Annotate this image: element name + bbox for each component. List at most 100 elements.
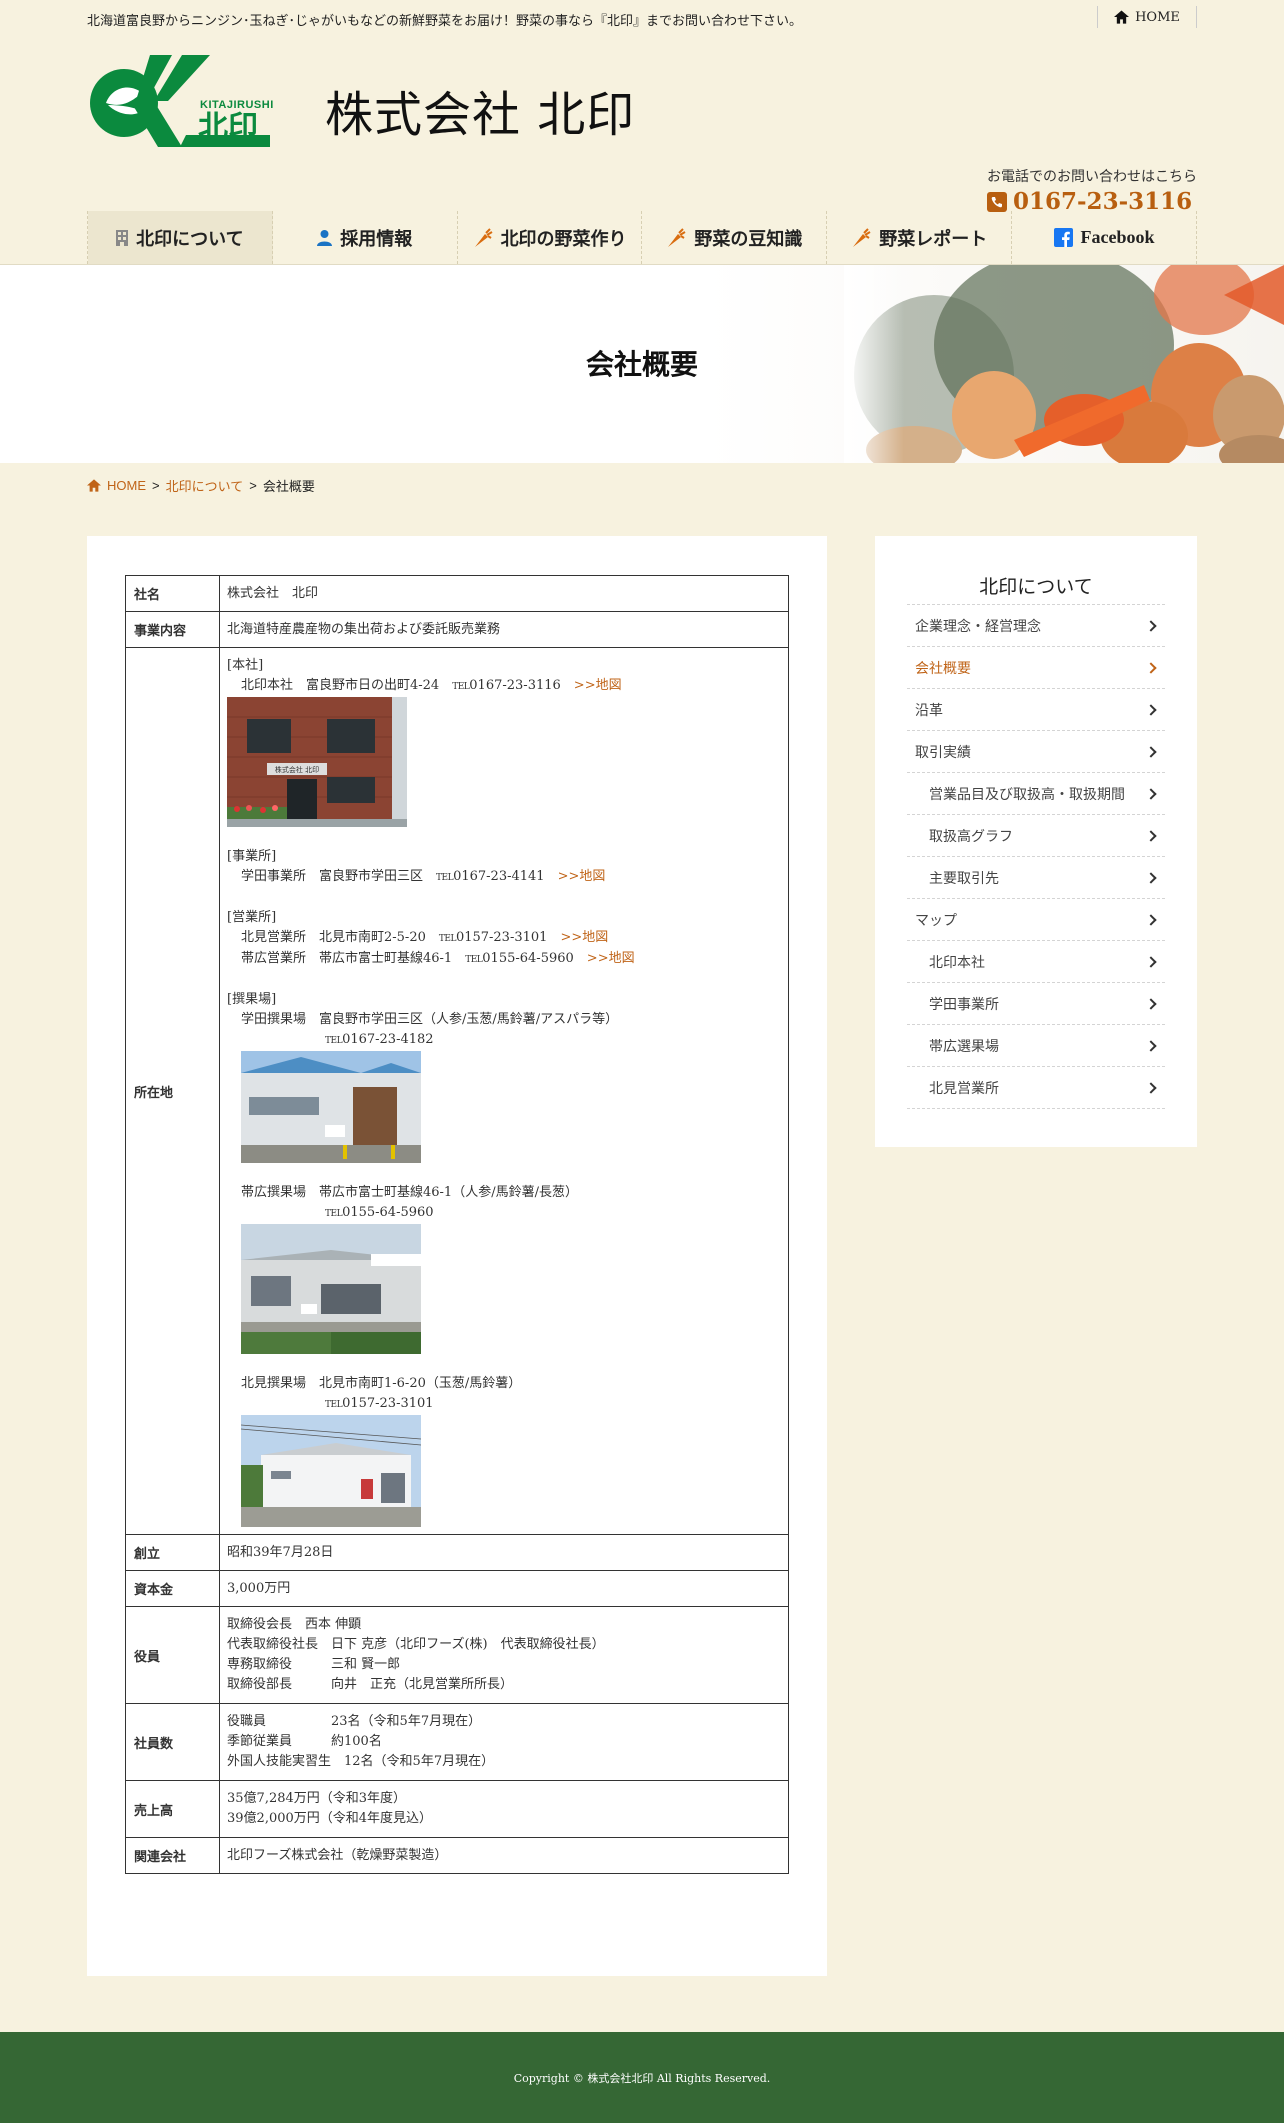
tel-number: 0155-64-5960 <box>482 951 574 966</box>
sidebar: 北印について 企業理念・経営理念 会社概要 沿革 取引実績 営業品目及び取扱高・… <box>875 536 1197 1147</box>
nav-item-about[interactable]: 北印について <box>88 211 273 264</box>
copyright-text: Copyright © 株式会社北印 All Rights Reserved. <box>513 2071 771 2085</box>
table-row: 所在地 [本社] 北印本社 富良野市日の出町4-24 TEL0167-23-31… <box>125 647 789 1535</box>
sidebar-item-map-obihiro[interactable]: 帯広選果場 <box>907 1025 1165 1067</box>
sidebar-item-map-headoffice[interactable]: 北印本社 <box>907 941 1165 983</box>
table-row: 資本金 3,000万円 <box>125 1570 789 1607</box>
chevron-right-icon <box>1145 787 1157 800</box>
sidebar-item-results[interactable]: 取引実績 <box>907 731 1165 773</box>
row-header: 創立 <box>125 1534 220 1571</box>
map-link[interactable]: >>地図 <box>574 678 622 693</box>
tel-mark: TEL <box>436 873 454 883</box>
tel-number: 0167-23-3116 <box>469 678 561 693</box>
home-icon <box>1114 10 1130 24</box>
site-tagline: 北海道富良野からニンジン･玉ねぎ･じゃがいもなどの新鮮野菜をお届け！野菜の事なら… <box>87 14 803 29</box>
sidebar-item-overview[interactable]: 会社概要 <box>907 647 1165 689</box>
table-row: 売上高 35億7,284万円（令和3年度） 39億2,000万円（令和4年度見込… <box>125 1780 789 1838</box>
tel-mark: TEL <box>325 1209 343 1219</box>
map-link[interactable]: >>地図 <box>558 869 606 884</box>
carrot-icon <box>474 227 493 247</box>
sidebar-item-label: 北見営業所 <box>929 1080 999 1097</box>
sidebar-item-label: 会社概要 <box>915 660 971 677</box>
gakuden-facility-photo <box>241 1051 421 1163</box>
sidebar-item-graph[interactable]: 取扱高グラフ <box>907 815 1165 857</box>
nav-label: 北印の野菜作り <box>500 228 627 250</box>
home-icon <box>87 479 101 492</box>
tel-line: TEL0155-64-5960 <box>227 1203 781 1224</box>
contact-label: お電話でのお問い合わせはこちら <box>987 169 1197 185</box>
row-header: 資本金 <box>125 1570 220 1607</box>
sidebar-item-label: 帯広選果場 <box>929 1038 999 1055</box>
chevron-right-icon <box>1145 829 1157 842</box>
company-name: 株式会社 北印 <box>325 87 636 143</box>
nav-label: 野菜レポート <box>879 228 988 250</box>
nav-label: Facebook <box>1080 227 1155 247</box>
site-logo[interactable]: KITAJIRUSHI 北印 <box>90 55 285 155</box>
table-row: 事業内容 北海道特産農産物の集出荷および委託販売業務 <box>125 611 789 648</box>
nav-item-tips[interactable]: 野菜の豆知識 <box>642 211 828 264</box>
table-row: 社員数 役職員 23名（令和5年7月現在） 季節従業員 約100名 外国人技能実… <box>125 1703 789 1781</box>
section-heading: [撰果場] <box>227 992 277 1007</box>
sidebar-item-map[interactable]: マップ <box>907 899 1165 941</box>
sidebar-item-label: 主要取引先 <box>929 870 999 887</box>
row-header: 役員 <box>125 1606 220 1704</box>
sidebar-item-map-kitami[interactable]: 北見営業所 <box>907 1067 1165 1109</box>
address-line: 帯広営業所 帯広市富士町基線46-1 TEL0155-64-5960 >>地図 <box>227 949 781 970</box>
sidebar-menu: 企業理念・経営理念 会社概要 沿革 取引実績 営業品目及び取扱高・取扱期間 取扱… <box>907 604 1165 1109</box>
kitami-facility-photo <box>241 1415 421 1527</box>
table-row: 役員 取締役会長 西本 伸顕 代表取締役社長 日下 克彦（北印フーズ(株) 代表… <box>125 1606 789 1704</box>
person-icon <box>317 229 333 246</box>
sidebar-item-label: 営業品目及び取扱高・取扱期間 <box>929 786 1125 803</box>
chevron-right-icon <box>1145 1081 1157 1094</box>
breadcrumb: HOME > 北印について > 会社概要 <box>87 476 1197 495</box>
chevron-right-icon <box>1145 1039 1157 1052</box>
row-value: 北印フーズ株式会社（乾燥野菜製造） <box>219 1837 789 1874</box>
map-link[interactable]: >>地図 <box>560 930 608 945</box>
tel-mark: TEL <box>452 682 470 692</box>
nav-item-facebook[interactable]: Facebook <box>1012 211 1197 264</box>
contact-box: お電話でのお問い合わせはこちら 0167-23-3116 <box>987 166 1197 215</box>
sidebar-item-products[interactable]: 営業品目及び取扱高・取扱期間 <box>907 773 1165 815</box>
chevron-right-icon <box>1145 619 1157 632</box>
address-text: 帯広営業所 帯広市富士町基線46-1 <box>241 951 466 966</box>
chevron-right-icon <box>1145 955 1157 968</box>
nav-item-report[interactable]: 野菜レポート <box>827 211 1013 264</box>
page-title: 会社概要 <box>585 348 698 381</box>
facebook-icon <box>1053 228 1073 247</box>
sidebar-item-clients[interactable]: 主要取引先 <box>907 857 1165 899</box>
building-icon <box>116 229 129 246</box>
home-link[interactable]: HOME <box>1097 6 1197 28</box>
sidebar-item-philosophy[interactable]: 企業理念・経営理念 <box>907 605 1165 647</box>
address-text: 北見営業所 北見市南町2-5-20 <box>241 930 439 945</box>
staff-line: 外国人技能実習生 12名（令和5年7月現在） <box>227 1754 495 1769</box>
breadcrumb-current: 会社概要 <box>262 479 315 494</box>
row-header: 事業内容 <box>125 611 220 648</box>
logo-text-ja: 北印 <box>198 110 258 145</box>
tel-mark: TEL <box>325 1400 343 1410</box>
chevron-right-icon <box>1145 661 1157 674</box>
address-text: 北印本社 富良野市日の出町4-24 <box>241 678 453 693</box>
sidebar-title: 北印について <box>979 576 1093 598</box>
nav-item-recruit[interactable]: 採用情報 <box>273 211 458 264</box>
sidebar-item-label: マップ <box>915 912 957 929</box>
sales-line: 35億7,284万円（令和3年度） <box>227 1791 407 1806</box>
breadcrumb-parent[interactable]: 北印について <box>166 476 244 495</box>
sidebar-item-history[interactable]: 沿革 <box>907 689 1165 731</box>
nav-label: 北印について <box>136 228 244 250</box>
sidebar-item-label: 北印本社 <box>929 954 985 971</box>
address-line: 北見撰果場 北見市南町1-6-20（玉葱/馬鈴薯） <box>241 1376 522 1391</box>
row-value: 北海道特産農産物の集出荷および委託販売業務 <box>219 611 789 648</box>
nav-item-farming[interactable]: 北印の野菜作り <box>458 211 643 264</box>
sidebar-item-label: 学田事業所 <box>929 996 999 1013</box>
chevron-right-icon <box>1145 745 1157 758</box>
sidebar-item-label: 沿革 <box>915 702 943 719</box>
carrot-icon <box>853 227 871 247</box>
tel-mark: TEL <box>465 955 483 965</box>
address-line: 帯広撰果場 帯広市富士町基線46-1（人参/馬鈴薯/長葱） <box>241 1185 578 1200</box>
tel-number: 0155-64-5960 <box>342 1205 434 1220</box>
chevron-right-icon <box>1145 913 1157 926</box>
nav-label: 採用情報 <box>340 228 413 250</box>
breadcrumb-home[interactable]: HOME <box>107 478 146 493</box>
sidebar-item-map-gakuden[interactable]: 学田事業所 <box>907 983 1165 1025</box>
map-link[interactable]: >>地図 <box>587 951 635 966</box>
